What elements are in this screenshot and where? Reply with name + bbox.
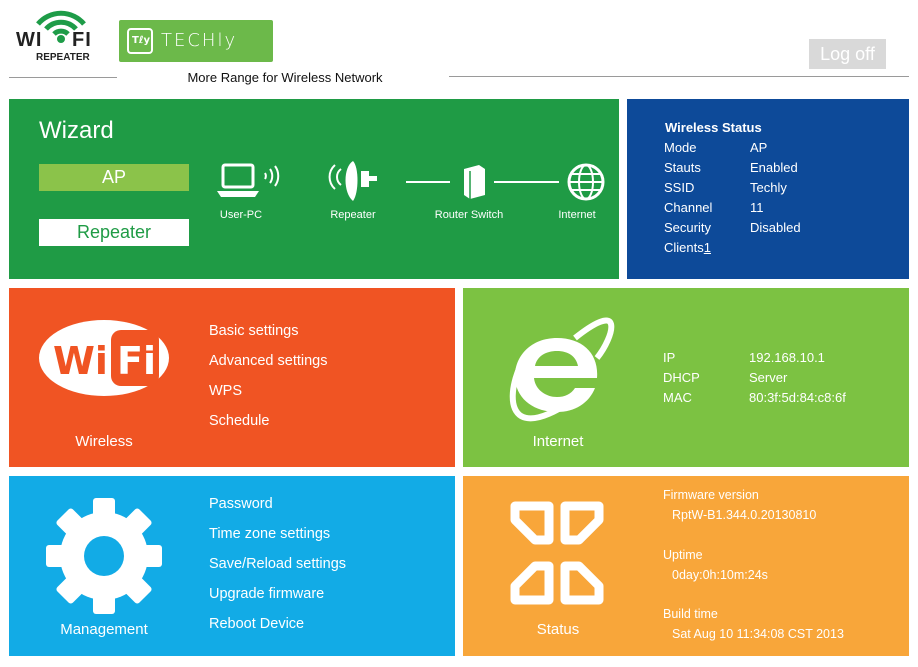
firmware-version-label: Firmware version (663, 488, 759, 502)
globe-icon (567, 163, 605, 201)
status-state-value: Enabled (750, 160, 798, 175)
clients-row: Clients1 (664, 240, 711, 255)
reboot-device-link[interactable]: Reboot Device (209, 616, 304, 632)
internet-caption: Internet (532, 433, 584, 450)
laptop-icon (217, 163, 280, 197)
wps-link[interactable]: WPS (209, 383, 242, 399)
save-reload-settings-link[interactable]: Save/Reload settings (209, 556, 346, 572)
wireless-status-tile: Wireless Status Mode AP Stauts Enabled S… (627, 99, 909, 279)
diagram-label-user-pc: User-PC (219, 209, 263, 221)
wireless-status-title: Wireless Status (665, 120, 762, 135)
firmware-version-value: RptW-B1.344.0.20130810 (672, 508, 817, 522)
uptime-value: 0day:0h:10m:24s (672, 568, 768, 582)
logo-wi: WI (16, 29, 43, 51)
clients-label: Clients (664, 240, 704, 255)
brand-name: TECHly (161, 30, 238, 51)
status-tile: Status Firmware version RptW-B1.344.0.20… (463, 476, 909, 656)
basic-settings-link[interactable]: Basic settings (209, 323, 298, 339)
password-link[interactable]: Password (209, 496, 273, 512)
diagram-label-internet: Internet (558, 209, 596, 221)
repeater-device-icon (328, 161, 377, 201)
upgrade-firmware-link[interactable]: Upgrade firmware (209, 586, 324, 602)
schedule-link[interactable]: Schedule (209, 413, 269, 429)
management-caption: Management (60, 621, 148, 638)
ap-mode-button[interactable]: AP (39, 164, 189, 191)
wifi-repeater-logo: WI FI REPEATER (14, 2, 108, 64)
repeater-mode-button[interactable]: Repeater (39, 219, 189, 246)
ip-value: 192.168.10.1 (749, 350, 825, 365)
gear-icon[interactable] (44, 498, 164, 614)
status-mode-label: Mode (664, 140, 697, 155)
diagram-label-repeater: Repeater (330, 209, 376, 221)
router-icon (464, 165, 485, 199)
clients-count-link[interactable]: 1 (704, 240, 711, 255)
mac-value: 80:3f:5d:84:c8:6f (749, 390, 846, 405)
uptime-label: Uptime (663, 548, 703, 562)
wireless-caption: Wireless (75, 433, 133, 450)
status-mode-value: AP (750, 140, 768, 155)
status-caption: Status (536, 621, 580, 638)
wireless-tile: Wi Fi Wireless Basic settings Advanced s… (9, 288, 455, 467)
header-divider-right (449, 76, 909, 77)
logo-fi: FI (72, 29, 92, 51)
techly-logo: Tℓy TECHly (119, 20, 273, 62)
diagram-label-router: Router Switch (434, 209, 504, 221)
network-diagram (217, 161, 605, 201)
wifi-badge-icon[interactable]: Wi Fi (37, 318, 171, 398)
tagline: More Range for Wireless Network (187, 70, 383, 85)
status-state-label: Stauts (664, 160, 701, 175)
dhcp-label: DHCP (663, 370, 700, 385)
management-tile: Management Password Time zone settings S… (9, 476, 455, 656)
svg-text:Wi: Wi (53, 339, 108, 383)
logoff-button[interactable]: Log off (809, 39, 886, 69)
ip-label: IP (663, 350, 676, 365)
build-time-label: Build time (663, 607, 718, 621)
internet-explorer-icon[interactable] (501, 308, 615, 422)
time-zone-settings-link[interactable]: Time zone settings (209, 526, 330, 542)
internet-tile: Internet IP 192.168.10.1 DHCP Server MAC… (463, 288, 909, 467)
wizard-title: Wizard (39, 117, 114, 144)
status-channel-label: Channel (664, 200, 713, 215)
mac-label: MAC (663, 390, 692, 405)
header-divider-left (9, 77, 117, 78)
dhcp-value: Server (749, 370, 788, 385)
status-channel-value: 11 (750, 200, 764, 215)
status-windows-icon[interactable] (507, 500, 607, 606)
techly-tag-icon: Tℓy (127, 28, 153, 54)
logo-subtitle: REPEATER (36, 52, 90, 63)
status-security-value: Disabled (750, 220, 801, 235)
svg-text:Fi: Fi (117, 339, 156, 383)
status-security-label: Security (664, 220, 711, 235)
advanced-settings-link[interactable]: Advanced settings (209, 353, 328, 369)
status-ssid-label: SSID (664, 180, 695, 195)
wizard-tile: Wizard AP Repeater User-PC Repeater Rout… (9, 99, 619, 279)
build-time-value: Sat Aug 10 11:34:08 CST 2013 (672, 627, 844, 641)
status-ssid-value: Techly (750, 180, 787, 195)
